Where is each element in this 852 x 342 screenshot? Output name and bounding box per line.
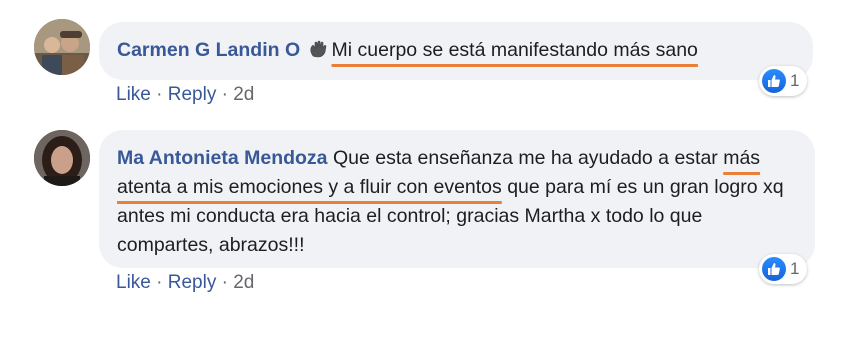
- comment-text: Que esta enseñanza me ha ayudado a estar: [327, 147, 724, 169]
- reaction-count[interactable]: 1: [759, 66, 808, 96]
- thumbs-up-icon: [762, 257, 786, 281]
- highlighted-text: Mi cuerpo se está manifestando más sano: [331, 39, 698, 61]
- separator: ·: [156, 272, 163, 293]
- avatar[interactable]: [34, 19, 90, 75]
- reaction-count-label: 1: [790, 259, 800, 278]
- comment-bubble: Ma Antonieta Mendoza Que esta enseñanza …: [99, 130, 815, 268]
- separator: ·: [221, 84, 228, 105]
- like-link[interactable]: Like: [116, 272, 151, 293]
- like-link[interactable]: Like: [116, 84, 151, 105]
- timestamp[interactable]: 2d: [233, 272, 254, 293]
- reply-link[interactable]: Reply: [168, 272, 217, 293]
- timestamp[interactable]: 2d: [233, 84, 254, 105]
- author-name[interactable]: Ma Antonieta Mendoza: [117, 147, 328, 169]
- avatar-photo-icon: [34, 19, 90, 75]
- separator: ·: [156, 84, 163, 105]
- reaction-count-label: 1: [790, 71, 800, 90]
- waving-hand-icon: [308, 39, 328, 68]
- comment-actions: Like · Reply · 2d: [116, 84, 254, 106]
- separator: ·: [221, 272, 228, 293]
- author-name[interactable]: Carmen G Landin O: [117, 39, 300, 61]
- avatar-photo-icon: [34, 130, 90, 186]
- avatar[interactable]: [34, 130, 90, 186]
- comment-actions: Like · Reply · 2d: [116, 272, 254, 294]
- thumbs-up-icon: [762, 69, 786, 93]
- comment-bubble: Carmen G Landin O Mi cuerpo se está mani…: [99, 22, 813, 80]
- reply-link[interactable]: Reply: [168, 84, 217, 105]
- reaction-count[interactable]: 1: [759, 254, 808, 284]
